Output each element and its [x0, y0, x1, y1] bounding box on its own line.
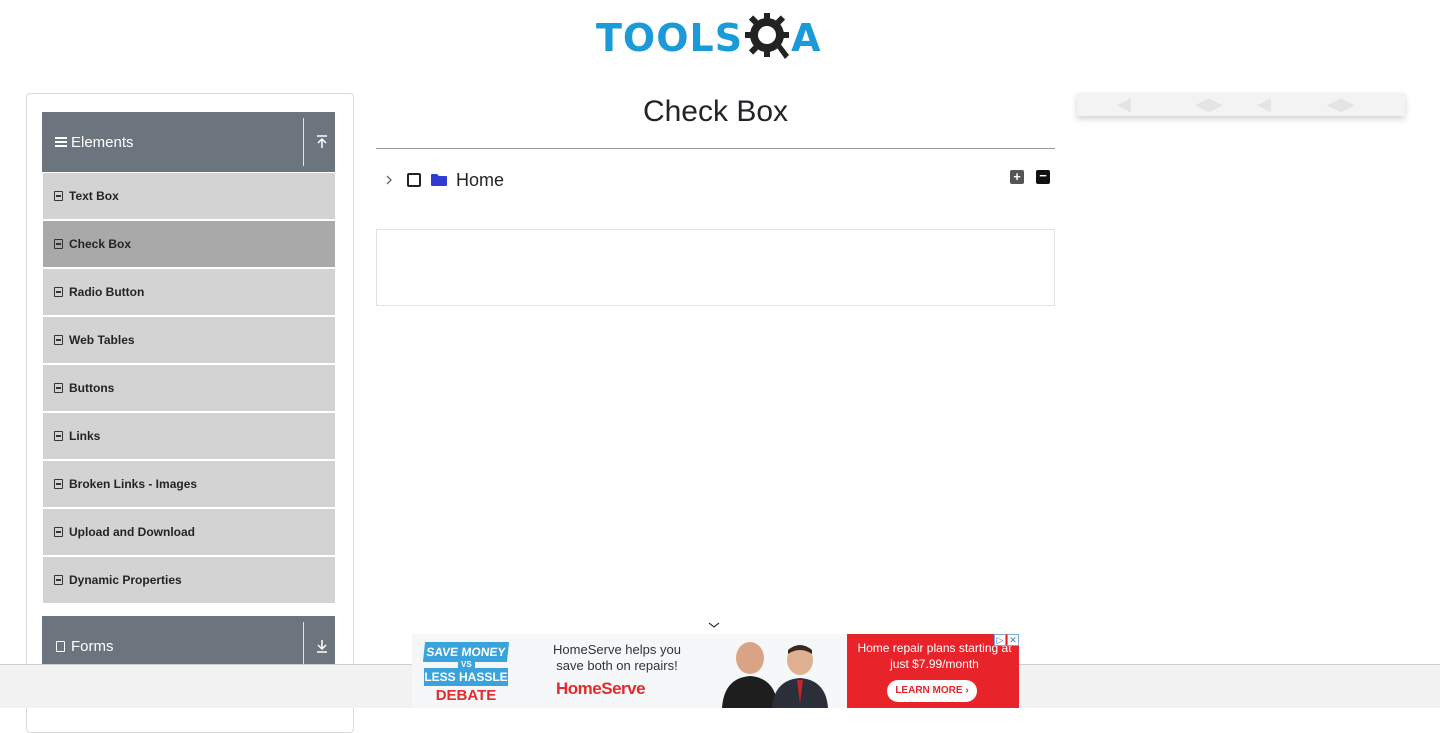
menu-icon — [55, 137, 67, 147]
menu-item-buttons[interactable]: Buttons — [43, 365, 335, 411]
people-illustration — [722, 642, 828, 708]
expand-all-button[interactable]: + — [1010, 170, 1024, 184]
menu-item-label: Links — [69, 429, 101, 443]
logo-text: TOOLS — [596, 16, 744, 60]
ad-close-icon[interactable]: ✕ — [1007, 634, 1019, 646]
item-icon — [54, 239, 63, 249]
chevron-down-icon[interactable] — [707, 620, 721, 630]
ad-glyph: ◀ — [1117, 94, 1131, 114]
result-panel — [376, 229, 1055, 306]
group-label: Forms — [71, 637, 114, 655]
menu-item-upload-download[interactable]: Upload and Download — [43, 509, 335, 555]
side-ad-placeholder: ◀ ◀▶ ◀ ◀▶ — [1077, 93, 1405, 116]
menu-item-label: Broken Links - Images — [69, 477, 198, 491]
item-icon — [54, 191, 63, 201]
ad-copy: HomeServe helps you save both on repairs… — [553, 642, 681, 673]
item-icon — [54, 527, 63, 537]
menu-item-label: Text Box — [69, 189, 119, 203]
menu-item-broken-links[interactable]: Broken Links - Images — [43, 461, 335, 507]
ad-learn-more-button[interactable]: LEARN MORE › — [887, 680, 977, 702]
home-checkbox[interactable] — [407, 173, 421, 187]
group-header-elements[interactable]: Elements — [42, 112, 335, 172]
site-header: TOOLS A — [0, 0, 1440, 80]
menu-item-text-box[interactable]: Text Box — [43, 173, 335, 219]
menu-item-label: Web Tables — [69, 333, 135, 347]
gear-magnifier-icon — [745, 13, 790, 59]
header-divider — [303, 622, 304, 670]
collapse-up-icon[interactable] — [314, 134, 330, 150]
toolsqa-logo[interactable]: TOOLS A — [596, 11, 821, 65]
menu-item-dynamic-properties[interactable]: Dynamic Properties — [43, 557, 335, 603]
ad-glyph: ◀ — [1257, 94, 1271, 114]
title-divider — [376, 148, 1055, 149]
ad-left-section: SAVE MONEY VS LESS HASSLE DEBATE HomeSer… — [412, 634, 702, 708]
ad-choices-icon[interactable]: ▷ — [994, 634, 1006, 646]
ad-people-image — [702, 634, 847, 708]
tree-node-label[interactable]: Home — [456, 169, 504, 191]
item-icon — [54, 431, 63, 441]
menu-item-radio-button[interactable]: Radio Button — [43, 269, 335, 315]
page-title: Check Box — [642, 95, 789, 128]
ad-badge-less-hassle: LESS HASSLE — [424, 668, 508, 686]
ad-badge-save-money: SAVE MONEY — [422, 642, 510, 662]
left-panel: Elements Text Box Check Box Radio Button… — [26, 93, 354, 733]
menu-item-label: Dynamic Properties — [69, 573, 182, 587]
ad-offer-text: Home repair plans starting at just $7.99… — [857, 641, 1012, 671]
group-label: Elements — [71, 133, 134, 151]
menu-item-label: Check Box — [69, 237, 132, 251]
folder-icon — [431, 174, 447, 186]
menu-item-label: Radio Button — [69, 285, 145, 299]
ad-glyph: ◀▶ — [1327, 94, 1355, 114]
chevron-right-icon[interactable] — [384, 173, 394, 187]
ad-headline: DEBATE — [435, 687, 497, 704]
form-icon — [56, 640, 65, 652]
menu-item-web-tables[interactable]: Web Tables — [43, 317, 335, 363]
item-icon — [54, 575, 63, 585]
menu-item-label: Buttons — [69, 381, 115, 395]
menu-item-check-box[interactable]: Check Box — [43, 221, 335, 267]
bottom-ad-banner[interactable]: SAVE MONEY VS LESS HASSLE DEBATE HomeSer… — [412, 634, 1019, 708]
menu-item-label: Upload and Download — [69, 525, 195, 539]
item-icon — [54, 335, 63, 345]
collapse-all-button[interactable]: − — [1036, 169, 1050, 184]
ad-glyph: ◀▶ — [1195, 94, 1223, 114]
menu-item-links[interactable]: Links — [43, 413, 335, 459]
main-content: Check Box Home + − — [376, 93, 1055, 306]
elements-menu: Text Box Check Box Radio Button Web Tabl… — [43, 173, 335, 605]
header-divider — [303, 118, 304, 166]
tree-node-home: Home + − — [376, 169, 1055, 191]
item-icon — [54, 383, 63, 393]
ad-brand: HomeServe — [556, 679, 646, 698]
logo-suffix: A — [791, 16, 821, 60]
item-icon — [54, 287, 63, 297]
item-icon — [54, 479, 63, 489]
expand-down-icon[interactable] — [314, 638, 330, 654]
